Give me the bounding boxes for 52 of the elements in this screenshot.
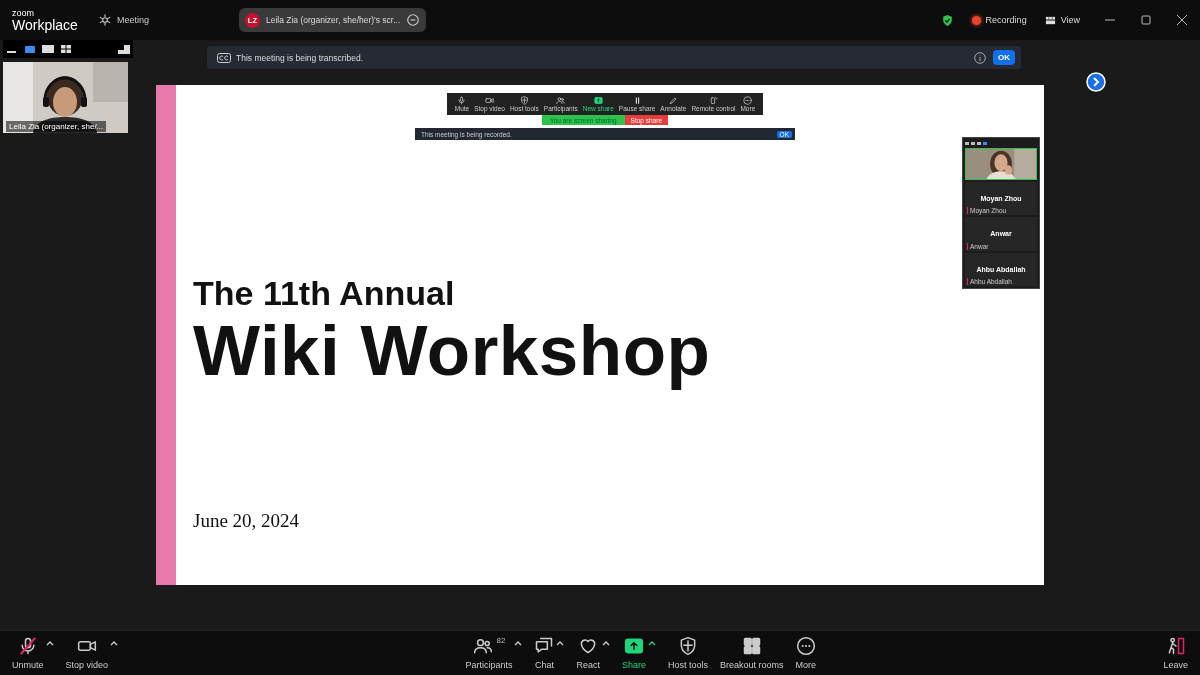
leave-button[interactable]: Leave bbox=[1163, 636, 1188, 670]
app-logo: zoom Workplace bbox=[12, 8, 78, 32]
camera-icon bbox=[485, 95, 495, 105]
people-icon bbox=[556, 95, 566, 105]
record-icon bbox=[971, 15, 981, 25]
participant-count: 82 bbox=[496, 636, 506, 645]
grid-icon bbox=[1044, 14, 1056, 26]
upload-icon bbox=[593, 95, 603, 105]
caret-icon[interactable] bbox=[514, 640, 523, 646]
slide-date: June 20, 2024 bbox=[193, 510, 300, 533]
toolbar-button[interactable]: Host tools bbox=[668, 636, 709, 670]
toolbar-button[interactable]: Stop video bbox=[65, 636, 109, 670]
meeting-tab[interactable]: Meeting bbox=[97, 13, 149, 27]
view-mode-standard-icon[interactable] bbox=[42, 44, 54, 54]
info-icon[interactable] bbox=[974, 51, 986, 64]
shield-icon bbox=[519, 95, 529, 105]
grid-icon bbox=[741, 636, 762, 656]
maximize-icon[interactable] bbox=[1140, 14, 1152, 26]
toolbar-button[interactable]: Share bbox=[622, 636, 646, 670]
close-icon[interactable] bbox=[1176, 14, 1188, 26]
ok-button[interactable]: OK bbox=[993, 50, 1015, 65]
caret-icon[interactable] bbox=[648, 640, 656, 646]
captions-icon bbox=[217, 52, 231, 63]
mic-icon bbox=[457, 95, 467, 105]
caret-icon[interactable] bbox=[556, 640, 565, 646]
toolbar-button[interactable]: More bbox=[795, 636, 817, 670]
toolbar-button[interactable]: Unmute bbox=[12, 636, 44, 670]
slide-subtitle: The 11th Annual bbox=[193, 275, 455, 313]
view-mode-gallery-icon[interactable] bbox=[60, 44, 72, 54]
pencil-icon bbox=[668, 95, 678, 105]
shield-check-icon[interactable] bbox=[940, 13, 954, 27]
more-icon bbox=[743, 95, 753, 105]
slide-title: Wiki Workshop bbox=[193, 312, 711, 391]
view-mode-speaker-icon[interactable] bbox=[24, 44, 36, 54]
participant-name: Leila Zia (organizer, she/... bbox=[6, 121, 107, 132]
toolbar-button[interactable]: 82 Participants bbox=[465, 636, 513, 670]
next-page-button[interactable] bbox=[1086, 72, 1106, 92]
more-icon bbox=[406, 13, 421, 27]
more-icon bbox=[795, 636, 816, 656]
upload-icon bbox=[624, 636, 644, 656]
toolbar-button[interactable]: Chat bbox=[534, 636, 555, 670]
toolbar-button[interactable]: Breakout rooms bbox=[720, 636, 784, 670]
view-button[interactable]: View bbox=[1044, 14, 1080, 26]
toolbar-button[interactable]: React bbox=[576, 636, 600, 670]
caret-icon[interactable] bbox=[110, 640, 119, 646]
people-icon bbox=[472, 636, 493, 656]
banner-text: This meeting is being transcribed. bbox=[236, 52, 364, 63]
caret-icon[interactable] bbox=[602, 640, 610, 646]
caret-icon[interactable] bbox=[45, 640, 54, 646]
recording-button[interactable]: Recording bbox=[971, 15, 1027, 25]
muted-mic-icon bbox=[17, 636, 38, 656]
share-label: Leila Zia (organizer, she/her)'s scr... bbox=[265, 15, 401, 25]
